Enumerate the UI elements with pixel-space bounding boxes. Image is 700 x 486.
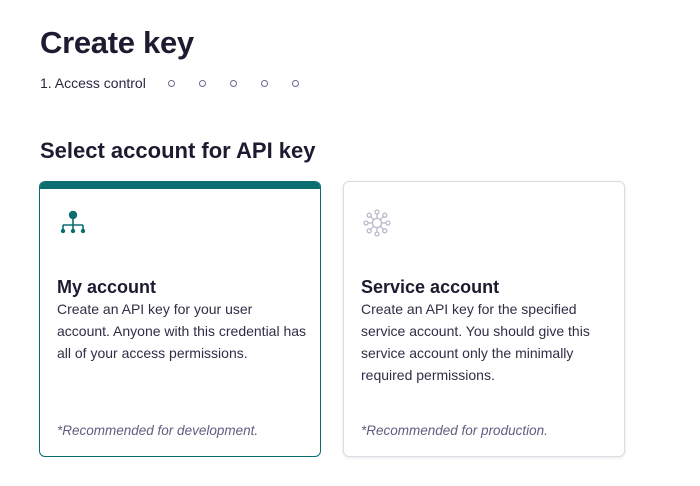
service-account-card[interactable]: Service account Create an API key for th…: [343, 181, 625, 457]
section-title: Select account for API key: [40, 138, 316, 163]
step-dot-2[interactable]: [167, 79, 175, 87]
service-account-note: *Recommended for production.: [361, 423, 548, 438]
my-account-card[interactable]: My account Create an API key for your us…: [39, 181, 321, 457]
step-dot-4[interactable]: [229, 79, 237, 87]
my-account-title: My account: [57, 277, 157, 297]
stepper: 1. Access control: [40, 74, 323, 92]
step-dot-3[interactable]: [198, 79, 206, 87]
selected-indicator-bar: [40, 182, 320, 189]
my-account-note: *Recommended for development.: [57, 423, 259, 438]
step-label-current: 1. Access control: [40, 75, 146, 91]
service-account-title: Service account: [361, 277, 500, 297]
step-dot-6[interactable]: [291, 79, 299, 87]
step-dot-5[interactable]: [260, 79, 268, 87]
service-account-description: Create an API key for the specified serv…: [361, 301, 590, 383]
page-title: Create key: [40, 25, 194, 60]
user-hierarchy-icon: [58, 208, 88, 238]
service-network-icon: [362, 208, 392, 238]
my-account-description: Create an API key for your user account.…: [57, 301, 307, 361]
